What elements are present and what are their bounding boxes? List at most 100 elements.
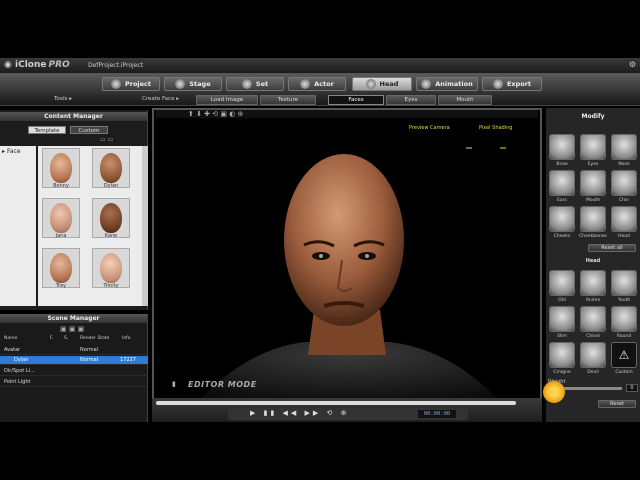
set-icon <box>241 79 252 89</box>
settings-icon[interactable]: ⚙ <box>629 60 636 69</box>
scene-manager-panel: Scene Manager ▣ ▣ ▣ Name F. S. Render St… <box>0 314 148 422</box>
load-image-button[interactable]: Load Image <box>196 95 258 105</box>
editor-mode-label: EDITOR MODE <box>188 380 257 389</box>
thumbnail-dylan[interactable]: Dylan <box>92 148 130 189</box>
warning-icon: ⚠ <box>618 348 630 362</box>
export-icon <box>492 79 503 89</box>
3d-viewport[interactable] <box>152 108 542 408</box>
mouth-icon[interactable] <box>580 170 606 196</box>
column-render-state: Render State <box>80 336 110 341</box>
column-name: Name <box>4 336 18 341</box>
thumbnail-grid: Benny Dylan Jana Kane Trey Trinity <box>38 146 142 306</box>
thumbnail-kane[interactable]: Kane <box>92 198 130 239</box>
main-tab-bar: Project Stage Set Actor Head Animation E… <box>0 74 640 94</box>
scene-tools-icon[interactable]: ▣ ▣ ▣ <box>60 325 84 333</box>
scene-row[interactable]: Avatar Normal <box>0 346 148 355</box>
thumbnail-trinity[interactable]: Trinity <box>92 248 130 289</box>
tools-menu[interactable]: Tools ▸ <box>54 96 72 102</box>
sub-toolbar: Tools ▸ Create Face ▸ Load Image Texture… <box>0 94 640 106</box>
app-edition: PRO <box>48 60 70 70</box>
chin-icon[interactable] <box>611 170 637 196</box>
column-info: Info <box>122 336 131 341</box>
preview-camera-label[interactable]: Preview Camera <box>409 125 450 131</box>
pixel-shading-label[interactable]: Pixel Shading <box>479 125 512 131</box>
ears-icon[interactable] <box>549 170 575 196</box>
cmigne-label: Cmigne <box>553 370 571 375</box>
window-controls[interactable]: ⚙ <box>629 60 636 69</box>
pause-icon[interactable]: ▮ <box>172 380 176 388</box>
timeline-slider[interactable] <box>156 401 516 405</box>
scene-row[interactable]: Dylan Normal 17227 <box>0 356 148 365</box>
eyes-button[interactable]: Eyes <box>386 95 436 105</box>
viewport-tools-icon[interactable]: ⬆ ⬇ ✚ ⟲ ▣ ◐ ⊕ <box>188 110 243 118</box>
reset-all-button[interactable]: Reset all <box>588 244 636 252</box>
cheeks-icon[interactable] <box>549 206 575 232</box>
mouth-label: Mouth <box>585 198 601 203</box>
tab-project[interactable]: Project <box>102 77 160 91</box>
thumbnail-jana[interactable]: Jana <box>42 198 80 239</box>
head-icon <box>365 79 376 89</box>
tab-head[interactable]: Head <box>352 77 412 91</box>
chisel-style-icon[interactable] <box>580 306 606 332</box>
app-logo: ◉ iClone PRO <box>4 60 70 70</box>
create-face-menu[interactable]: Create Face ▸ <box>142 96 179 102</box>
frame-counter[interactable]: 00:00:00 <box>418 410 456 418</box>
content-tree: ▸ Face <box>0 146 36 306</box>
tab-stage[interactable]: Stage <box>164 77 222 91</box>
project-name: DefProject.iProject <box>88 62 144 69</box>
project-icon <box>110 79 121 89</box>
thumbnail-trey[interactable]: Trey <box>42 248 80 289</box>
cheekbones-icon[interactable] <box>580 206 606 232</box>
brow-icon[interactable] <box>549 134 575 160</box>
content-manager-title: Content Manager <box>0 112 147 121</box>
cheeks-label: Cheeks <box>553 234 571 239</box>
thumbnail-benny[interactable]: Benny <box>42 148 80 189</box>
texture-button[interactable]: Texture <box>260 95 316 105</box>
scene-row[interactable]: Point Light <box>0 378 148 387</box>
youth-style-icon[interactable] <box>611 270 637 296</box>
head-label: Head <box>618 234 630 239</box>
anime-style-icon[interactable] <box>580 270 606 296</box>
content-scrollbar[interactable] <box>142 146 148 306</box>
viewport-toolbar: ⬆ ⬇ ✚ ⟲ ▣ ◐ ⊕ <box>156 110 538 118</box>
tab-template[interactable]: Template <box>28 126 66 134</box>
ears-label: Ears <box>557 198 567 203</box>
mouth-button[interactable]: Mouth <box>438 95 492 105</box>
brow-label: Brow <box>556 162 568 167</box>
nose-label: Nose <box>618 162 630 167</box>
folder-icon: ▸ <box>2 148 6 155</box>
play-controls-icon[interactable]: ▶ ▮▮ ◀◀ ▶▶ ⟲ ⊕ <box>250 409 349 417</box>
nose-icon[interactable] <box>611 134 637 160</box>
cheekbones-label: Cheekbones <box>579 234 607 239</box>
slim-label: Slim <box>557 334 567 339</box>
face-thumbnail-image <box>100 203 122 233</box>
mouse-cursor-highlight <box>543 381 565 403</box>
column-s: S. <box>64 336 69 341</box>
face-thumbnail-image <box>100 253 122 283</box>
eyes-icon[interactable] <box>580 134 606 160</box>
tree-item-face[interactable]: ▸ Face <box>2 148 21 155</box>
slim-style-icon[interactable] <box>549 306 575 332</box>
devil-style-icon[interactable] <box>580 342 606 368</box>
cmigne-style-icon[interactable] <box>549 342 575 368</box>
head-shape-icon[interactable] <box>611 206 637 232</box>
anime-label: Anime <box>585 298 601 303</box>
head-render <box>194 147 506 406</box>
tab-set[interactable]: Set <box>226 77 284 91</box>
faces-button[interactable]: Faces <box>328 95 384 105</box>
custom-style-icon[interactable]: ⚠ <box>611 342 637 368</box>
scene-row[interactable]: Dir/Spot Li... <box>0 367 148 376</box>
tab-animation[interactable]: Animation <box>416 77 478 91</box>
modify-title: Modify <box>581 113 605 120</box>
tab-actor[interactable]: Actor <box>288 77 346 91</box>
old-style-icon[interactable] <box>549 270 575 296</box>
tab-custom[interactable]: Custom <box>70 126 108 134</box>
globe-icon: ◉ <box>4 60 12 70</box>
column-f: F. <box>50 336 54 341</box>
reset-button[interactable]: Reset <box>598 400 636 408</box>
weight-value[interactable]: 0 <box>626 384 638 392</box>
view-options-icon[interactable]: ▭ ▭ <box>100 136 113 143</box>
round-style-icon[interactable] <box>611 306 637 332</box>
tab-export[interactable]: Export <box>482 77 542 91</box>
face-thumbnail-image <box>50 153 72 183</box>
